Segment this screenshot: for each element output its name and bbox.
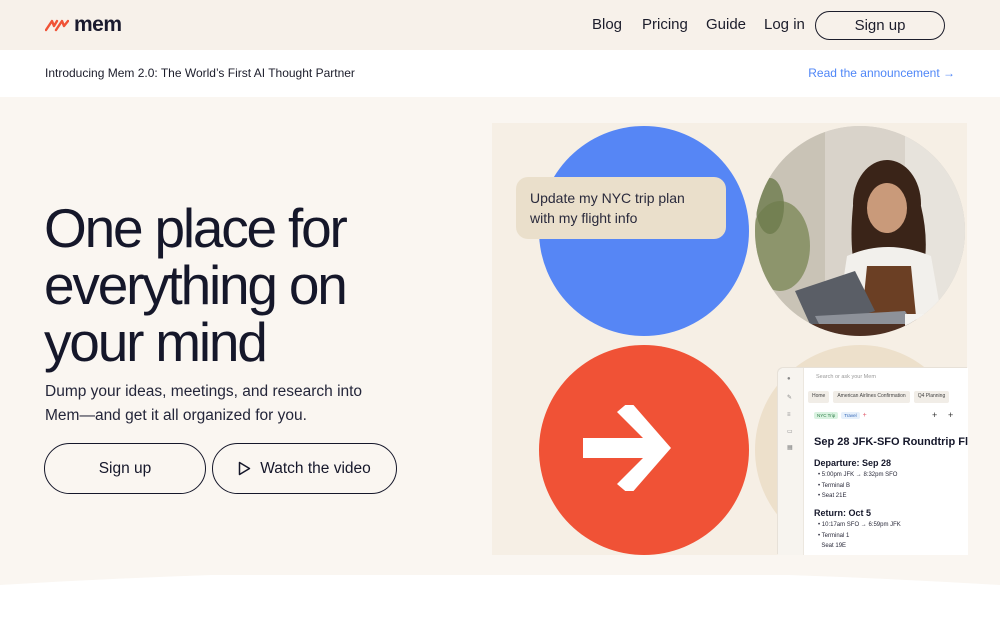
tag-travel: Travel <box>841 412 860 419</box>
avatar: ● <box>787 376 791 382</box>
app-tags: NYC Trip Travel + <box>814 412 867 419</box>
hero-signup-button[interactable]: Sign up <box>44 443 206 494</box>
list-icon: ≡ <box>787 412 791 418</box>
nav-link-pricing[interactable]: Pricing <box>642 16 688 33</box>
edit-icon: ✎ <box>787 395 793 401</box>
nav-signup-button[interactable]: Sign up <box>815 11 945 40</box>
mem-logo[interactable]: mem <box>45 13 122 36</box>
chat-prompt-bubble: Update my NYC trip plan with my flight i… <box>516 177 726 239</box>
folder-icon: ▭ <box>787 429 793 435</box>
add-tag-icon: + <box>862 412 867 419</box>
plus-icon: + <box>948 410 954 420</box>
app-sidebar: ● ✎ ≡ ▭ ▦ <box>778 368 804 555</box>
arrow-right-icon <box>583 401 673 496</box>
plus-icon: + <box>932 410 938 420</box>
announcement-link[interactable]: Read the announcement → <box>808 66 955 80</box>
hero-signup-label: Sign up <box>98 459 152 477</box>
departure-heading: Departure: Sep 28 <box>814 458 892 468</box>
tag-nyc-trip: NYC Trip <box>814 412 839 419</box>
app-preview-card: ● ✎ ≡ ▭ ▦ Search or ask your Mem Home Am… <box>778 368 968 555</box>
woman-at-laptop-photo <box>755 126 965 336</box>
list-item: • 10:17am SFO → 6:59pm JFK <box>818 522 901 528</box>
return-heading: Return: Oct 5 <box>814 508 872 518</box>
nav-link-login[interactable]: Log in <box>764 16 805 33</box>
hero-title-line: One place for <box>44 197 348 259</box>
announcement-text: Introducing Mem 2.0: The World’s First A… <box>45 66 355 80</box>
nav-link-guide[interactable]: Guide <box>706 16 746 33</box>
calendar-icon: ▦ <box>787 445 793 451</box>
mem-logo-mark-icon <box>45 18 69 32</box>
bottom-wave-divider <box>0 575 1000 625</box>
app-tab-confirmation: American Airlines Confirmation <box>833 391 910 403</box>
logo-wordmark: mem <box>74 13 122 36</box>
list-item: • Seat 21E <box>818 493 847 499</box>
hero-title-line: your mind <box>44 311 268 373</box>
list-item: • 5:00pm JFK → 8:32pm SFO <box>818 472 898 478</box>
app-tab-home: Home <box>808 391 830 403</box>
hero-title: One place for everything on your mind <box>44 200 464 371</box>
list-item: Seat 19E <box>821 543 847 549</box>
list-item: • Terminal 1 <box>818 533 850 539</box>
watch-video-label: Watch the video <box>260 459 371 477</box>
app-search-input: Search or ask your Mem <box>816 374 876 380</box>
note-title: Sep 28 JFK-SFO Roundtrip Fli <box>814 436 968 448</box>
nav-link-blog[interactable]: Blog <box>592 16 622 33</box>
hero-title-line: everything on <box>44 254 348 316</box>
list-item: • Terminal B <box>818 483 851 489</box>
hero-subtitle: Dump your ideas, meetings, and research … <box>45 383 363 424</box>
announcement-bar: Introducing Mem 2.0: The World’s First A… <box>0 50 1000 97</box>
top-nav: mem Blog Pricing Guide Log in Sign up <box>0 0 1000 50</box>
app-tabs: Home American Airlines Confirmation Q4 P… <box>808 391 950 403</box>
play-icon <box>238 461 251 476</box>
watch-video-button[interactable]: Watch the video <box>212 443 397 494</box>
app-tab-q4: Q4 Planning <box>913 391 950 403</box>
